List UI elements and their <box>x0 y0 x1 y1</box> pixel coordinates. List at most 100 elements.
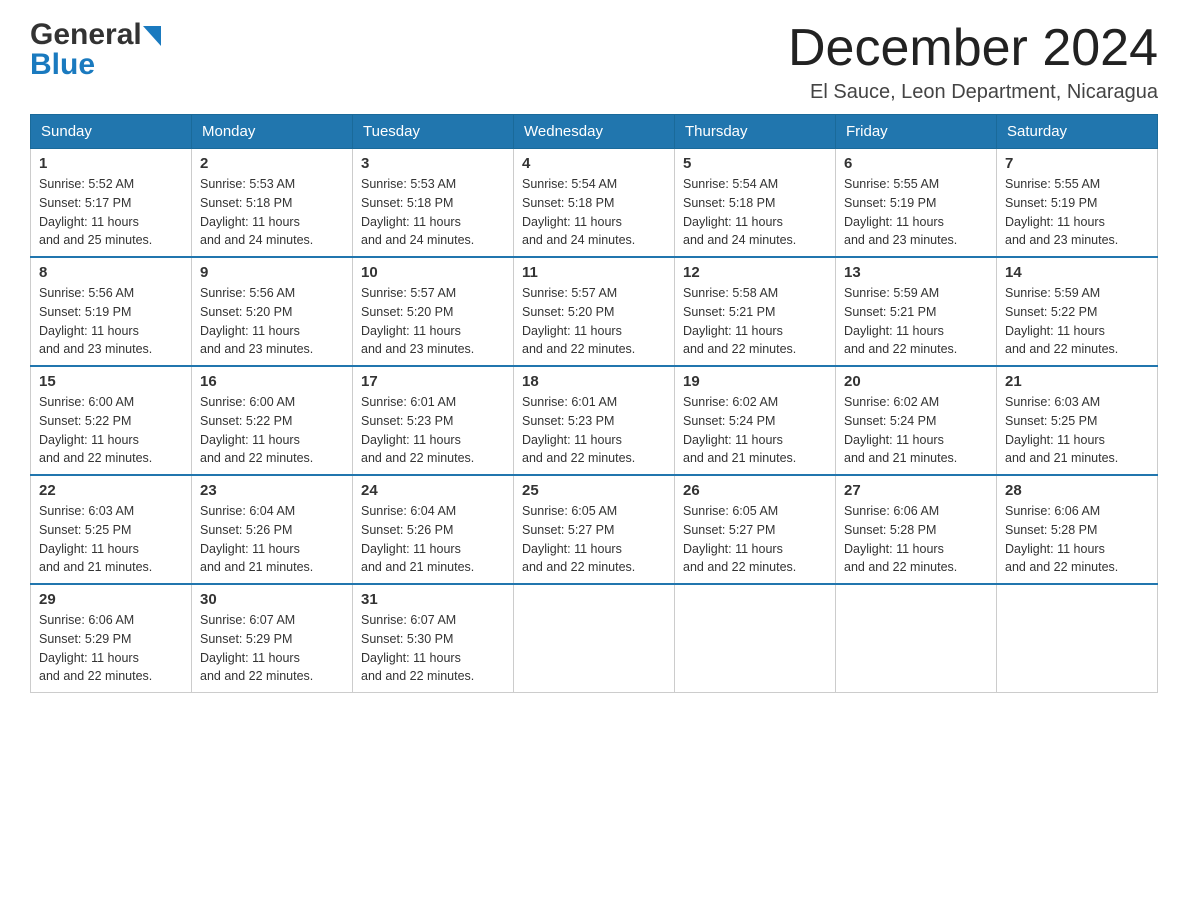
day-info: Sunrise: 5:57 AMSunset: 5:20 PMDaylight:… <box>522 284 666 359</box>
day-number: 9 <box>200 264 344 281</box>
calendar-day-cell <box>836 584 997 693</box>
calendar-day-cell: 1 Sunrise: 5:52 AMSunset: 5:17 PMDaylight… <box>31 149 192 258</box>
day-of-week-header: Tuesday <box>353 115 514 149</box>
day-number: 10 <box>361 264 505 281</box>
day-info: Sunrise: 5:53 AMSunset: 5:18 PMDaylight:… <box>200 175 344 250</box>
day-info: Sunrise: 6:02 AMSunset: 5:24 PMDaylight:… <box>844 393 988 468</box>
day-info: Sunrise: 5:54 AMSunset: 5:18 PMDaylight:… <box>683 175 827 250</box>
day-info: Sunrise: 6:00 AMSunset: 5:22 PMDaylight:… <box>200 393 344 468</box>
day-info: Sunrise: 6:01 AMSunset: 5:23 PMDaylight:… <box>361 393 505 468</box>
day-number: 23 <box>200 482 344 499</box>
day-info: Sunrise: 5:53 AMSunset: 5:18 PMDaylight:… <box>361 175 505 250</box>
day-info: Sunrise: 5:56 AMSunset: 5:20 PMDaylight:… <box>200 284 344 359</box>
day-info: Sunrise: 6:06 AMSunset: 5:28 PMDaylight:… <box>1005 502 1149 577</box>
day-number: 14 <box>1005 264 1149 281</box>
day-info: Sunrise: 5:56 AMSunset: 5:19 PMDaylight:… <box>39 284 183 359</box>
day-number: 22 <box>39 482 183 499</box>
day-number: 13 <box>844 264 988 281</box>
calendar-day-cell: 8 Sunrise: 5:56 AMSunset: 5:19 PMDaylight… <box>31 257 192 366</box>
logo-triangle-icon <box>143 26 161 46</box>
day-number: 31 <box>361 591 505 608</box>
logo-blue: Blue <box>30 50 95 80</box>
calendar-day-cell: 31 Sunrise: 6:07 AMSunset: 5:30 PMDayligh… <box>353 584 514 693</box>
day-number: 12 <box>683 264 827 281</box>
day-info: Sunrise: 6:04 AMSunset: 5:26 PMDaylight:… <box>361 502 505 577</box>
calendar-day-cell: 12 Sunrise: 5:58 AMSunset: 5:21 PMDayligh… <box>675 257 836 366</box>
day-info: Sunrise: 6:05 AMSunset: 5:27 PMDaylight:… <box>522 502 666 577</box>
calendar-week-row: 8 Sunrise: 5:56 AMSunset: 5:19 PMDaylight… <box>31 257 1158 366</box>
day-number: 16 <box>200 373 344 390</box>
calendar-day-cell: 27 Sunrise: 6:06 AMSunset: 5:28 PMDayligh… <box>836 475 997 584</box>
calendar-week-row: 29Sunrise: 6:06 AMSunset: 5:29 PMDayligh… <box>31 584 1158 693</box>
calendar-day-cell: 9 Sunrise: 5:56 AMSunset: 5:20 PMDaylight… <box>192 257 353 366</box>
page-header: General Blue December 2024 El Sauce, Leo… <box>30 20 1158 104</box>
day-number: 6 <box>844 155 988 172</box>
day-info: Sunrise: 6:03 AMSunset: 5:25 PMDaylight:… <box>1005 393 1149 468</box>
day-info: Sunrise: 6:07 AMSunset: 5:29 PMDaylight:… <box>200 611 344 686</box>
day-number: 20 <box>844 373 988 390</box>
title-block: December 2024 El Sauce, Leon Department,… <box>788 20 1158 104</box>
day-info: Sunrise: 5:55 AMSunset: 5:19 PMDaylight:… <box>1005 175 1149 250</box>
calendar-day-cell: 21 Sunrise: 6:03 AMSunset: 5:25 PMDayligh… <box>997 366 1158 475</box>
day-of-week-header: Wednesday <box>514 115 675 149</box>
day-info: Sunrise: 6:00 AMSunset: 5:22 PMDaylight:… <box>39 393 183 468</box>
calendar-day-cell: 17 Sunrise: 6:01 AMSunset: 5:23 PMDayligh… <box>353 366 514 475</box>
day-number: 15 <box>39 373 183 390</box>
calendar-day-cell: 25 Sunrise: 6:05 AMSunset: 5:27 PMDayligh… <box>514 475 675 584</box>
calendar-day-cell: 29Sunrise: 6:06 AMSunset: 5:29 PMDayligh… <box>31 584 192 693</box>
day-of-week-header: Monday <box>192 115 353 149</box>
day-info: Sunrise: 5:55 AMSunset: 5:19 PMDaylight:… <box>844 175 988 250</box>
day-info: Sunrise: 6:06 AMSunset: 5:28 PMDaylight:… <box>844 502 988 577</box>
calendar-day-cell <box>514 584 675 693</box>
day-number: 11 <box>522 264 666 281</box>
day-number: 24 <box>361 482 505 499</box>
calendar-day-cell: 15 Sunrise: 6:00 AMSunset: 5:22 PMDayligh… <box>31 366 192 475</box>
day-number: 8 <box>39 264 183 281</box>
day-number: 2 <box>200 155 344 172</box>
day-number: 21 <box>1005 373 1149 390</box>
day-info: Sunrise: 5:52 AMSunset: 5:17 PMDaylight:… <box>39 175 183 250</box>
day-number: 30 <box>200 591 344 608</box>
day-info: Sunrise: 6:02 AMSunset: 5:24 PMDaylight:… <box>683 393 827 468</box>
calendar-day-cell: 24 Sunrise: 6:04 AMSunset: 5:26 PMDayligh… <box>353 475 514 584</box>
logo-general: General <box>30 20 142 50</box>
day-info: Sunrise: 5:57 AMSunset: 5:20 PMDaylight:… <box>361 284 505 359</box>
day-number: 17 <box>361 373 505 390</box>
calendar-week-row: 22 Sunrise: 6:03 AMSunset: 5:25 PMDayligh… <box>31 475 1158 584</box>
calendar-day-cell: 11 Sunrise: 5:57 AMSunset: 5:20 PMDayligh… <box>514 257 675 366</box>
day-info: Sunrise: 5:59 AMSunset: 5:21 PMDaylight:… <box>844 284 988 359</box>
calendar-day-cell: 19Sunrise: 6:02 AMSunset: 5:24 PMDayligh… <box>675 366 836 475</box>
calendar-day-cell: 28 Sunrise: 6:06 AMSunset: 5:28 PMDayligh… <box>997 475 1158 584</box>
calendar-day-cell: 13 Sunrise: 5:59 AMSunset: 5:21 PMDayligh… <box>836 257 997 366</box>
day-of-week-header: Saturday <box>997 115 1158 149</box>
location: El Sauce, Leon Department, Nicaragua <box>788 81 1158 104</box>
calendar-day-cell: 16 Sunrise: 6:00 AMSunset: 5:22 PMDayligh… <box>192 366 353 475</box>
calendar-day-cell <box>675 584 836 693</box>
calendar-day-cell: 30 Sunrise: 6:07 AMSunset: 5:29 PMDayligh… <box>192 584 353 693</box>
calendar-day-cell: 14 Sunrise: 5:59 AMSunset: 5:22 PMDayligh… <box>997 257 1158 366</box>
logo: General Blue <box>30 20 161 80</box>
calendar-day-cell: 22 Sunrise: 6:03 AMSunset: 5:25 PMDayligh… <box>31 475 192 584</box>
day-number: 7 <box>1005 155 1149 172</box>
calendar-day-cell: 4Sunrise: 5:54 AMSunset: 5:18 PMDaylight… <box>514 149 675 258</box>
calendar-day-cell <box>997 584 1158 693</box>
day-number: 5 <box>683 155 827 172</box>
day-info: Sunrise: 5:54 AMSunset: 5:18 PMDaylight:… <box>522 175 666 250</box>
day-number: 3 <box>361 155 505 172</box>
calendar-day-cell: 6 Sunrise: 5:55 AMSunset: 5:19 PMDaylight… <box>836 149 997 258</box>
day-info: Sunrise: 5:59 AMSunset: 5:22 PMDaylight:… <box>1005 284 1149 359</box>
calendar-day-cell: 7 Sunrise: 5:55 AMSunset: 5:19 PMDaylight… <box>997 149 1158 258</box>
day-number: 25 <box>522 482 666 499</box>
day-of-week-header: Sunday <box>31 115 192 149</box>
day-number: 27 <box>844 482 988 499</box>
day-info: Sunrise: 6:01 AMSunset: 5:23 PMDaylight:… <box>522 393 666 468</box>
day-number: 28 <box>1005 482 1149 499</box>
day-info: Sunrise: 6:07 AMSunset: 5:30 PMDaylight:… <box>361 611 505 686</box>
day-number: 1 <box>39 155 183 172</box>
calendar-day-cell: 26Sunrise: 6:05 AMSunset: 5:27 PMDayligh… <box>675 475 836 584</box>
day-info: Sunrise: 6:03 AMSunset: 5:25 PMDaylight:… <box>39 502 183 577</box>
day-info: Sunrise: 6:05 AMSunset: 5:27 PMDaylight:… <box>683 502 827 577</box>
day-info: Sunrise: 5:58 AMSunset: 5:21 PMDaylight:… <box>683 284 827 359</box>
day-info: Sunrise: 6:04 AMSunset: 5:26 PMDaylight:… <box>200 502 344 577</box>
calendar-day-cell: 23 Sunrise: 6:04 AMSunset: 5:26 PMDayligh… <box>192 475 353 584</box>
